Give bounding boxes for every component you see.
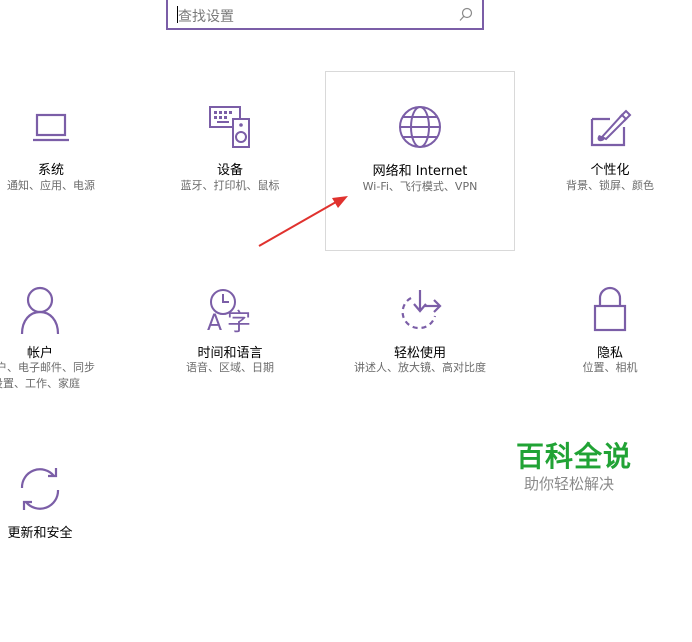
tile-personalization-label: 个性化: [590, 163, 630, 178]
ease-of-access-icon: [401, 290, 442, 330]
tile-ease-of-access[interactable]: 轻松使用 讲述人、放大镜、高对比度: [325, 280, 515, 460]
svg-text:字: 字: [227, 308, 251, 334]
tile-privacy-label: 隐私: [596, 346, 623, 361]
tile-privacy-desc: 位置、相机: [582, 361, 638, 374]
sync-icon: [20, 468, 60, 510]
tile-system[interactable]: 系统 通知、应用、电源: [0, 95, 146, 275]
tile-accounts-desc-1: 账户、电子邮件、同步: [0, 361, 95, 374]
tile-devices-label: 设备: [216, 163, 243, 178]
tile-time-language-label: 时间和语言: [197, 346, 263, 361]
tile-time-language-desc: 语音、区域、日期: [186, 361, 274, 374]
tile-ease-of-access-desc: 讲述人、放大镜、高对比度: [354, 361, 486, 374]
tile-system-label: 系统: [37, 163, 64, 178]
tile-devices[interactable]: 设备 蓝牙、打印机、鼠标: [135, 95, 325, 275]
paint-icon: [590, 109, 632, 147]
tile-network-desc: Wi-Fi、飞行模式、VPN: [362, 180, 478, 193]
search-placeholder: 查找设置: [178, 9, 234, 25]
tile-personalization[interactable]: 个性化 背景、锁屏、颜色: [515, 95, 692, 275]
person-icon: [20, 286, 60, 335]
devices-icon: [209, 106, 250, 148]
tile-privacy[interactable]: 隐私 位置、相机: [515, 280, 692, 460]
globe-icon: [399, 106, 441, 148]
tile-network-label: 网络和 Internet: [372, 164, 468, 179]
svg-text:A: A: [207, 311, 222, 334]
search-icon[interactable]: [458, 7, 474, 23]
tile-accounts-desc-2: 设置、工作、家庭: [0, 377, 80, 390]
watermark-subtitle: 助你轻松解决: [524, 475, 615, 493]
tile-accounts[interactable]: 帐户 账户、电子邮件、同步 设置、工作、家庭: [0, 280, 135, 460]
watermark-title: 百科全说: [516, 440, 633, 473]
laptop-icon: [33, 113, 69, 142]
tile-update-security-label: 更新和安全: [7, 526, 73, 541]
tile-personalization-desc: 背景、锁屏、颜色: [566, 179, 654, 192]
tile-accounts-label: 帐户: [26, 346, 53, 361]
tile-devices-desc: 蓝牙、打印机、鼠标: [180, 179, 280, 192]
tile-update-security[interactable]: 更新和安全: [0, 462, 135, 642]
lock-icon: [593, 286, 627, 332]
tile-ease-of-access-label: 轻松使用: [393, 346, 446, 361]
tile-system-desc: 通知、应用、电源: [7, 179, 95, 192]
time-language-icon: A 字: [207, 289, 251, 334]
tile-network-internet[interactable]: 网络和 Internet Wi-Fi、飞行模式、VPN: [325, 71, 515, 251]
watermark: 百科全说 助你轻松解决: [516, 440, 646, 494]
search-box[interactable]: 查找设置: [166, 0, 484, 30]
tile-time-language[interactable]: A 字 时间和语言 语音、区域、日期: [135, 280, 325, 460]
